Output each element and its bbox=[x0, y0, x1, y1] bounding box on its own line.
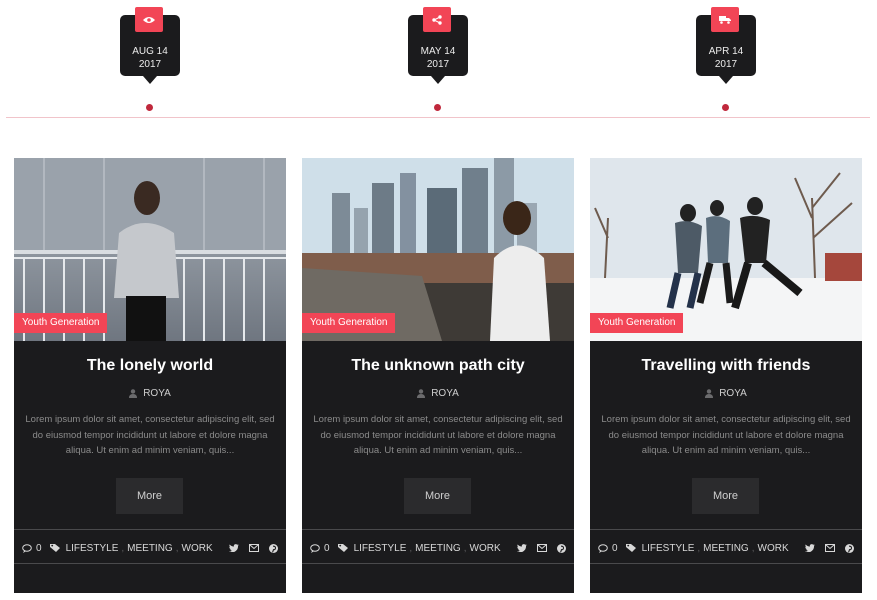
category-tag[interactable]: Youth Generation bbox=[14, 313, 108, 333]
timeline-dot bbox=[722, 104, 729, 111]
tag-icon bbox=[337, 543, 350, 553]
twitter-icon[interactable] bbox=[805, 544, 815, 552]
eye-icon bbox=[135, 7, 163, 32]
twitter-icon[interactable] bbox=[517, 544, 527, 552]
date-year: 2017 bbox=[714, 59, 738, 70]
pinterest-icon[interactable] bbox=[845, 543, 854, 553]
divider bbox=[302, 529, 574, 530]
divider bbox=[590, 563, 862, 564]
post-title[interactable]: Travelling with friends bbox=[590, 357, 862, 375]
twitter-icon[interactable] bbox=[229, 544, 239, 552]
share-icon bbox=[423, 7, 451, 32]
post-image[interactable]: Youth Generation bbox=[590, 158, 862, 341]
post-title[interactable]: The lonely world bbox=[14, 357, 286, 375]
truck-icon bbox=[711, 7, 739, 32]
date-year: 2017 bbox=[138, 59, 162, 70]
post-image[interactable]: Youth Generation bbox=[302, 158, 574, 341]
more-button[interactable]: More bbox=[404, 478, 471, 514]
more-button[interactable]: More bbox=[116, 478, 183, 514]
tag-link[interactable]: WORK bbox=[182, 543, 213, 554]
comment-icon[interactable] bbox=[598, 543, 608, 553]
tag-link[interactable]: LIFESTYLE bbox=[354, 543, 407, 554]
timeline-dot bbox=[434, 104, 441, 111]
post-card: Youth Generation Travelling with friends… bbox=[590, 158, 862, 593]
tag-link[interactable]: LIFESTYLE bbox=[642, 543, 695, 554]
more-button[interactable]: More bbox=[692, 478, 759, 514]
tag-icon bbox=[49, 543, 62, 553]
timeline-date-2[interactable]: MAY 14 2017 bbox=[408, 7, 468, 84]
post-image[interactable]: Youth Generation bbox=[14, 158, 286, 341]
post-excerpt: Lorem ipsum dolor sit amet, consectetur … bbox=[601, 414, 851, 456]
tag-link[interactable]: MEETING bbox=[415, 543, 461, 554]
date-year: 2017 bbox=[426, 59, 450, 70]
divider bbox=[14, 529, 286, 530]
tag-icon bbox=[625, 543, 638, 553]
tag-link[interactable]: MEETING bbox=[703, 543, 749, 554]
post-author[interactable]: ROYA bbox=[143, 388, 171, 399]
comment-icon[interactable] bbox=[22, 543, 32, 553]
tag-link[interactable]: WORK bbox=[470, 543, 501, 554]
user-icon bbox=[417, 389, 426, 398]
comment-icon[interactable] bbox=[310, 543, 320, 553]
timeline-line bbox=[6, 117, 870, 118]
email-icon[interactable] bbox=[537, 544, 547, 552]
tag-link[interactable]: WORK bbox=[758, 543, 789, 554]
post-author[interactable]: ROYA bbox=[719, 388, 747, 399]
comment-count: 0 bbox=[324, 542, 330, 554]
post-author[interactable]: ROYA bbox=[431, 388, 459, 399]
timeline: AUG 14 2017 MAY 14 2017 APR 14 2017 bbox=[0, 0, 877, 125]
category-tag[interactable]: Youth Generation bbox=[302, 313, 396, 333]
pinterest-icon[interactable] bbox=[557, 543, 566, 553]
post-title[interactable]: The unknown path city bbox=[302, 357, 574, 375]
email-icon[interactable] bbox=[825, 544, 835, 552]
divider bbox=[14, 563, 286, 564]
user-icon bbox=[129, 389, 138, 398]
timeline-dot bbox=[146, 104, 153, 111]
tag-link[interactable]: LIFESTYLE bbox=[66, 543, 119, 554]
post-card: Youth Generation The unknown path city R… bbox=[302, 158, 574, 593]
category-tag[interactable]: Youth Generation bbox=[590, 313, 684, 333]
divider bbox=[590, 529, 862, 530]
tag-link[interactable]: MEETING bbox=[127, 543, 173, 554]
comment-count: 0 bbox=[36, 542, 42, 554]
timeline-date-1[interactable]: AUG 14 2017 bbox=[120, 7, 180, 84]
date-month-day: AUG 14 bbox=[132, 46, 168, 57]
timeline-date-3[interactable]: APR 14 2017 bbox=[696, 7, 756, 84]
post-excerpt: Lorem ipsum dolor sit amet, consectetur … bbox=[25, 414, 275, 456]
comment-count: 0 bbox=[612, 542, 618, 554]
divider bbox=[302, 563, 574, 564]
email-icon[interactable] bbox=[249, 544, 259, 552]
post-excerpt: Lorem ipsum dolor sit amet, consectetur … bbox=[313, 414, 563, 456]
date-month-day: APR 14 bbox=[708, 46, 744, 57]
date-month-day: MAY 14 bbox=[420, 46, 456, 57]
user-icon bbox=[705, 389, 714, 398]
post-card: Youth Generation The lonely world ROYA L… bbox=[14, 158, 286, 593]
pinterest-icon[interactable] bbox=[269, 543, 278, 553]
